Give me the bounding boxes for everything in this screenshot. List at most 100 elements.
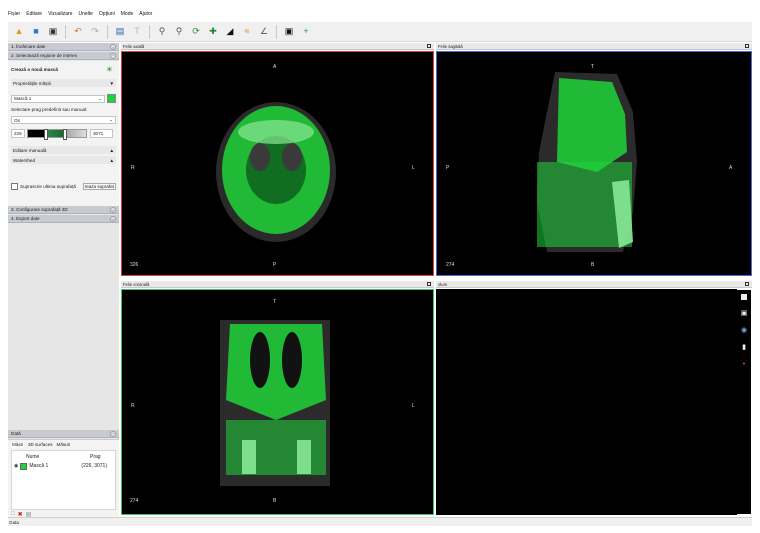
- threshold-min-handle[interactable]: [44, 129, 48, 140]
- view-orientation-icon[interactable]: ◉: [740, 327, 748, 335]
- chevron-down-icon: ⌄: [109, 117, 113, 122]
- zoom-icon[interactable]: ⚲: [155, 25, 169, 39]
- menu-edit[interactable]: Editare: [26, 11, 42, 17]
- section-select-roi[interactable]: 2. Selectează regiune de interes ˇ: [8, 52, 119, 60]
- tab-measures[interactable]: Măsuri: [57, 442, 71, 448]
- collapse-icon[interactable]: ˇ: [110, 430, 116, 437]
- sagittal-right-label: A: [729, 165, 733, 171]
- maximize-icon[interactable]: [745, 44, 749, 48]
- menu-options[interactable]: Opțiuni: [99, 11, 115, 17]
- axial-view-title: Felie axială: [123, 44, 145, 49]
- layout-icon[interactable]: ▤: [113, 25, 127, 39]
- rotate-icon[interactable]: ⟳: [189, 25, 203, 39]
- create-surface-button[interactable]: reaza suprafat: [82, 183, 116, 190]
- volume-view[interactable]: [436, 289, 737, 515]
- sagittal-view-title: Felie sagitală: [438, 44, 463, 49]
- slice-view-icon[interactable]: ▣: [282, 25, 296, 39]
- tab-3d-surfaces[interactable]: 3D surfaces: [28, 442, 53, 448]
- background-color-icon[interactable]: [741, 294, 747, 300]
- expand-icon[interactable]: ›: [110, 43, 116, 50]
- menu-mode[interactable]: Mode: [121, 11, 134, 17]
- section-select-roi-label: 2. Selectează regiune de interes: [11, 53, 77, 58]
- pan-icon[interactable]: ✚: [206, 25, 220, 39]
- maximize-icon[interactable]: [427, 282, 431, 286]
- table-row[interactable]: ◉ Mască 1 (226, 3071): [14, 462, 113, 470]
- collapse-icon[interactable]: ˇ: [110, 52, 116, 59]
- mask-properties-label: Proprietățile măștii: [13, 80, 51, 86]
- camera-icon[interactable]: ▣: [740, 310, 748, 318]
- section-import[interactable]: 1. Încărcare date ›: [8, 43, 119, 51]
- text-icon[interactable]: T: [130, 25, 144, 39]
- data-header[interactable]: Dată ˇ: [8, 430, 119, 438]
- threshold-min-value: 226: [14, 131, 22, 136]
- menu-tools[interactable]: Unelte: [78, 11, 92, 17]
- import-icon[interactable]: ▲: [12, 25, 26, 39]
- overwrite-checkbox[interactable]: [11, 183, 18, 190]
- axial-right-label: L: [412, 165, 415, 171]
- threshold-max-handle[interactable]: [63, 129, 67, 140]
- sagittal-left-label: P: [446, 165, 450, 171]
- mask-properties-row[interactable]: Proprietățile măștii ▼: [11, 79, 116, 87]
- tab-masks[interactable]: Măști: [11, 442, 24, 448]
- manual-edit-row[interactable]: Editare manuală ▲: [11, 146, 116, 154]
- threshold-max-value: 3071: [93, 131, 104, 136]
- axial-top-label: A: [273, 64, 277, 70]
- watershed-row[interactable]: Watershed ▲: [11, 156, 116, 164]
- eye-icon[interactable]: ◉: [14, 463, 18, 469]
- threshold-preset-select[interactable]: Os ⌄: [11, 116, 116, 124]
- measure-icon[interactable]: ≈: [240, 25, 254, 39]
- coronal-view[interactable]: T B R L 274: [121, 289, 434, 515]
- data-panel: Dată ˇ Măști 3D surfaces Măsuri Nume Pra…: [8, 430, 119, 520]
- data-title: Dată: [11, 431, 21, 436]
- coronal-top-label: T: [273, 299, 277, 305]
- sagittal-view[interactable]: T B P A 274: [436, 51, 752, 276]
- menu-bar: Fișier Editare Vizualizare Unelte Opțiun…: [8, 9, 152, 19]
- menu-file[interactable]: Fișier: [8, 11, 20, 17]
- expand-icon[interactable]: ›: [110, 206, 116, 213]
- threshold-max-input[interactable]: 3071: [90, 129, 113, 138]
- cross-icon[interactable]: +: [299, 25, 313, 39]
- mask-color-swatch[interactable]: [107, 94, 116, 103]
- menu-help[interactable]: Ajutor: [139, 11, 152, 17]
- triangle-up-icon: ▲: [109, 147, 114, 153]
- redo-icon[interactable]: ↷: [88, 25, 102, 39]
- axial-image: [216, 102, 336, 242]
- mask-color-swatch: [20, 462, 28, 470]
- undo-icon[interactable]: ↶: [71, 25, 85, 39]
- section-surface[interactable]: 3. Configurare suprafață 3D ›: [8, 206, 119, 214]
- flip-view-icon[interactable]: ▮: [740, 344, 748, 352]
- axial-bottom-label: P: [273, 262, 277, 268]
- menu-view[interactable]: Vizualizare: [48, 11, 72, 17]
- overwrite-label: Suprascrie ultima suprafață: [20, 184, 76, 189]
- toolbar: ▲ ■ ▣ ↶ ↷ ▤ T ⚲ ⚲ ⟳ ✚ ◢ ≈ ∠ ▣ +: [8, 22, 752, 42]
- save-project-icon[interactable]: ▣: [46, 25, 60, 39]
- create-mask-label: Crează o nouă mască: [11, 67, 58, 72]
- maximize-icon[interactable]: [427, 44, 431, 48]
- triangle-up-icon: ▲: [109, 157, 114, 163]
- column-header-name: Nume: [26, 454, 40, 460]
- threshold-slider[interactable]: [27, 129, 87, 140]
- status-text: Gata: [9, 520, 19, 525]
- maximize-icon[interactable]: [745, 282, 749, 286]
- triangle-down-icon: ▼: [109, 80, 114, 86]
- coronal-slice-number: 274: [130, 498, 139, 504]
- threshold-min-input[interactable]: 226: [11, 129, 25, 138]
- open-project-icon[interactable]: ■: [29, 25, 43, 39]
- expand-icon[interactable]: ›: [110, 215, 116, 222]
- zoom-select-icon[interactable]: ⚲: [172, 25, 186, 39]
- create-mask-icon[interactable]: ☀: [106, 65, 113, 74]
- contrast-icon[interactable]: ◢: [223, 25, 237, 39]
- toolbar-separator: [65, 24, 66, 39]
- axial-left-label: R: [131, 165, 135, 171]
- section-export[interactable]: 4. Export date ›: [8, 215, 119, 223]
- data-body: Măști 3D surfaces Măsuri Nume Prag ◉ Mas…: [8, 439, 119, 520]
- data-tabs: Măști 3D surfaces Măsuri: [8, 440, 119, 450]
- volume-view-title-bar: olum: [436, 281, 752, 288]
- toolbar-separator: [276, 24, 277, 39]
- sagittal-view-title-bar: Felie sagitală: [436, 43, 752, 50]
- mask-select[interactable]: Mască 1 ⌄: [11, 94, 105, 103]
- axial-view[interactable]: A P R L 326: [121, 51, 434, 276]
- angle-icon[interactable]: ∠: [257, 25, 271, 39]
- chevron-down-icon: ⌄: [98, 95, 102, 101]
- stereo-icon[interactable]: •: [740, 361, 748, 369]
